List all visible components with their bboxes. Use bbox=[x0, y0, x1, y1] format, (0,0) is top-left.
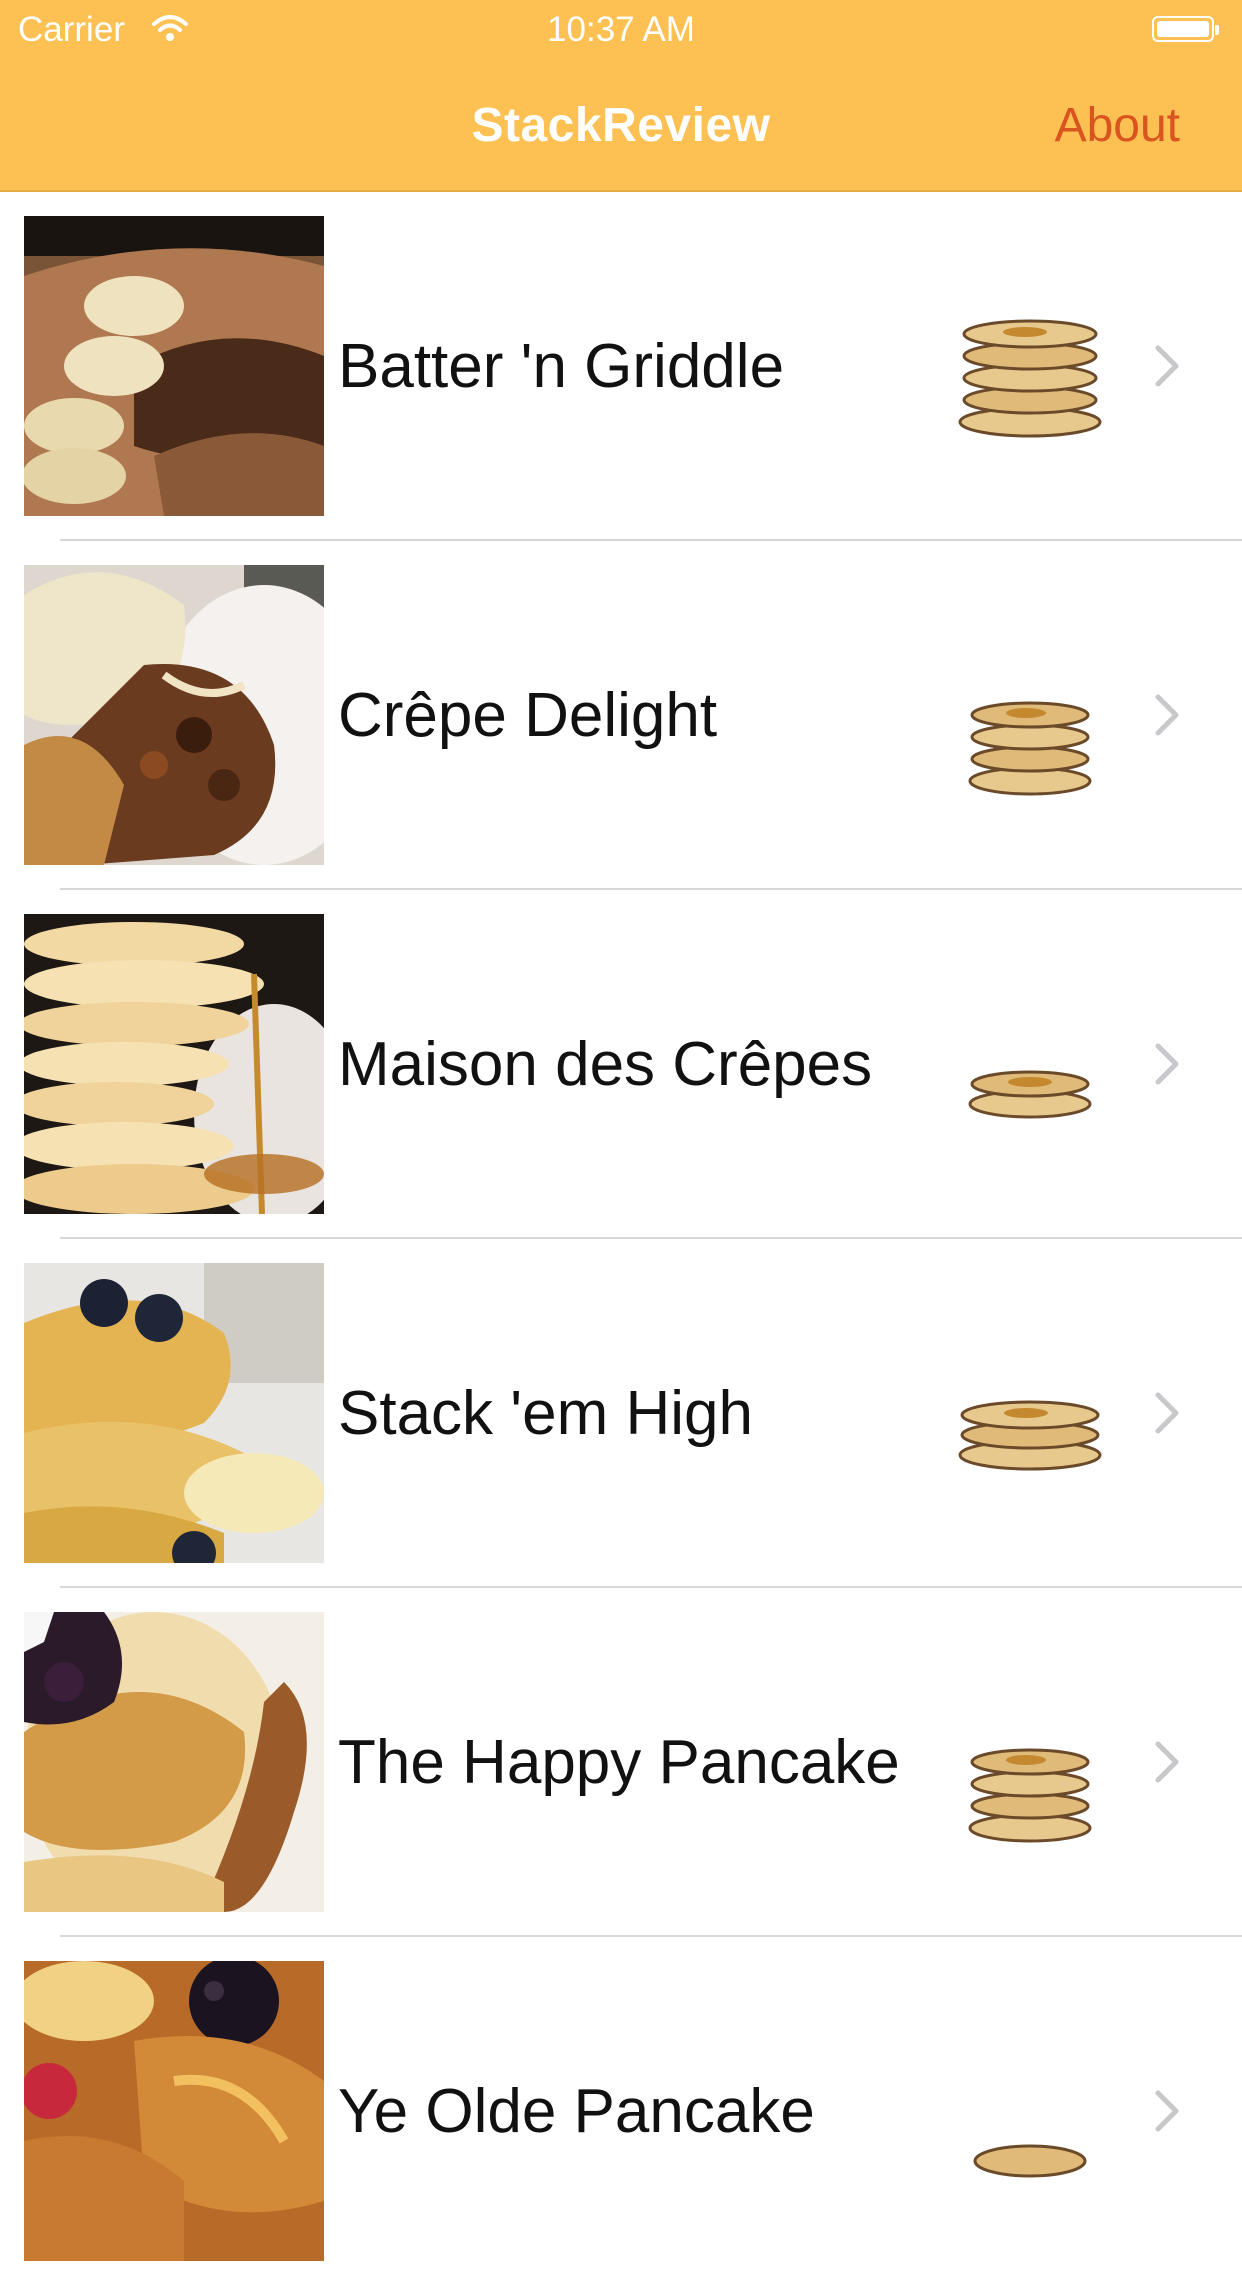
status-bar: Carrier 10:37 AM bbox=[0, 0, 1242, 60]
list-item[interactable]: The Happy Pancake bbox=[0, 1588, 1242, 1937]
pancake-rating-icon bbox=[973, 2144, 1087, 2178]
about-button[interactable]: About bbox=[1055, 98, 1180, 153]
chevron-right-icon bbox=[1155, 694, 1179, 736]
restaurant-photo bbox=[24, 914, 324, 1214]
navigation-bar: Carrier 10:37 AM StackReview About bbox=[0, 0, 1242, 192]
battery-icon bbox=[1152, 16, 1219, 42]
pancake-rating-icon bbox=[958, 1400, 1102, 1471]
restaurant-name: Maison des Crêpes bbox=[338, 1030, 873, 1099]
restaurant-name: Batter 'n Griddle bbox=[338, 332, 785, 401]
chevron-right-icon bbox=[1155, 345, 1179, 387]
list-item[interactable]: Ye Olde Pancake bbox=[0, 1937, 1242, 2286]
chevron-right-icon bbox=[1155, 1741, 1179, 1783]
clock: 10:37 AM bbox=[547, 10, 695, 49]
chevron-right-icon bbox=[1155, 2090, 1179, 2132]
list-item[interactable]: Maison des Crêpes bbox=[0, 890, 1242, 1239]
pancake-rating-icon bbox=[968, 1070, 1092, 1119]
restaurant-photo bbox=[24, 216, 324, 516]
restaurant-name: Crêpe Delight bbox=[338, 681, 718, 750]
restaurant-photo bbox=[24, 1961, 324, 2261]
restaurant-photo bbox=[24, 1612, 324, 1912]
restaurant-photo bbox=[24, 565, 324, 865]
chevron-right-icon bbox=[1155, 1043, 1179, 1085]
restaurant-name: Ye Olde Pancake bbox=[338, 2077, 815, 2146]
list-item[interactable]: Batter 'n Griddle bbox=[0, 192, 1242, 541]
restaurant-name: Stack 'em High bbox=[338, 1379, 753, 1448]
restaurant-photo bbox=[24, 1263, 324, 1563]
pancake-rating-icon bbox=[968, 1748, 1092, 1843]
list-item[interactable]: Stack 'em High bbox=[0, 1239, 1242, 1588]
list-item[interactable]: Crêpe Delight bbox=[0, 541, 1242, 890]
pancake-rating-icon bbox=[958, 319, 1102, 438]
pancake-rating-icon bbox=[968, 701, 1092, 796]
chevron-right-icon bbox=[1155, 1392, 1179, 1434]
restaurant-name: The Happy Pancake bbox=[338, 1728, 900, 1797]
